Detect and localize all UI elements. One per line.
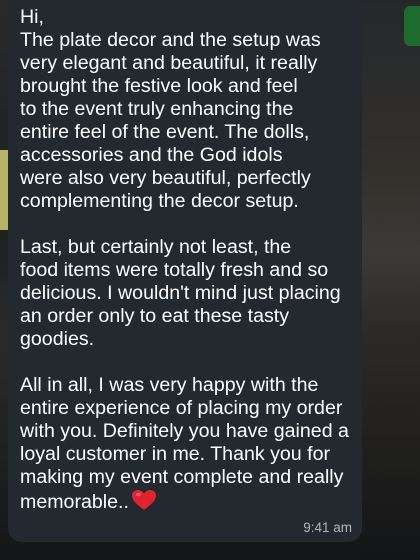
wallpaper-detail <box>404 6 420 46</box>
incoming-message-bubble[interactable]: Hi, The plate decor and the setup was ve… <box>8 0 362 542</box>
message-text: Hi, The plate decor and the setup was ve… <box>20 6 352 517</box>
red-heart-icon <box>131 489 157 517</box>
wallpaper-detail-left <box>0 150 8 230</box>
message-timestamp: 9:41 am <box>303 520 352 535</box>
chat-wallpaper-strip <box>360 0 420 560</box>
message-body: Hi, The plate decor and the setup was ve… <box>20 6 349 513</box>
